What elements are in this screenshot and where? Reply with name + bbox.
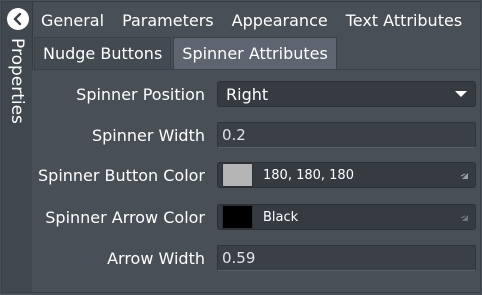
- tab-parameters[interactable]: Parameters: [113, 11, 223, 30]
- spinner-arrow-color-label: Spinner Arrow Color: [45, 207, 205, 227]
- spinner-arrow-color-picker[interactable]: Black: [217, 204, 476, 230]
- corner-arrow-icon: [460, 215, 468, 221]
- tab-text-attributes[interactable]: Text Attributes: [337, 11, 471, 30]
- row-spinner-width: Spinner Width 0.2: [32, 120, 480, 150]
- spinner-width-label: Spinner Width: [91, 125, 205, 145]
- spinner-position-label: Spinner Position: [76, 84, 205, 104]
- spinner-button-color-value: 180, 180, 180: [263, 167, 354, 183]
- properties-panel: Properties General Parameters Appearance…: [1, 1, 481, 293]
- sub-tab-bar: Nudge Buttons Spinner Attributes: [34, 37, 480, 69]
- panel-title: Properties: [7, 38, 27, 124]
- tab-appearance[interactable]: Appearance: [223, 11, 337, 30]
- row-spinner-position: Spinner Position Right: [32, 79, 480, 109]
- spinner-position-value: Right: [226, 84, 269, 104]
- collapse-button[interactable]: [7, 8, 29, 30]
- spinner-button-color-picker[interactable]: 180, 180, 180: [217, 162, 476, 188]
- tab-general[interactable]: General: [32, 11, 113, 30]
- chevron-left-icon: [13, 13, 22, 25]
- spinner-button-color-label: Spinner Button Color: [38, 165, 205, 185]
- side-rail: Properties: [2, 2, 33, 292]
- spinner-arrow-color-value: Black: [263, 209, 299, 225]
- row-arrow-width: Arrow Width 0.59: [32, 243, 480, 273]
- spinner-position-dropdown[interactable]: Right: [217, 81, 476, 107]
- row-spinner-arrow-color: Spinner Arrow Color Black: [32, 202, 480, 232]
- color-swatch: [222, 205, 253, 229]
- caret-down-icon: [455, 91, 467, 97]
- row-spinner-button-color: Spinner Button Color 180, 180, 180: [32, 160, 480, 190]
- spinner-attributes-content: Spinner Position Right Spinner Width 0.2…: [32, 69, 480, 292]
- arrow-width-input[interactable]: 0.59: [217, 245, 476, 271]
- spinner-width-input[interactable]: 0.2: [217, 122, 476, 148]
- color-swatch: [222, 163, 253, 187]
- arrow-width-label: Arrow Width: [107, 248, 205, 268]
- corner-arrow-icon: [460, 173, 468, 179]
- tab-nudge-buttons[interactable]: Nudge Buttons: [34, 37, 172, 69]
- tab-spinner-attributes[interactable]: Spinner Attributes: [173, 37, 337, 69]
- top-tab-bar: General Parameters Appearance Text Attri…: [32, 6, 480, 34]
